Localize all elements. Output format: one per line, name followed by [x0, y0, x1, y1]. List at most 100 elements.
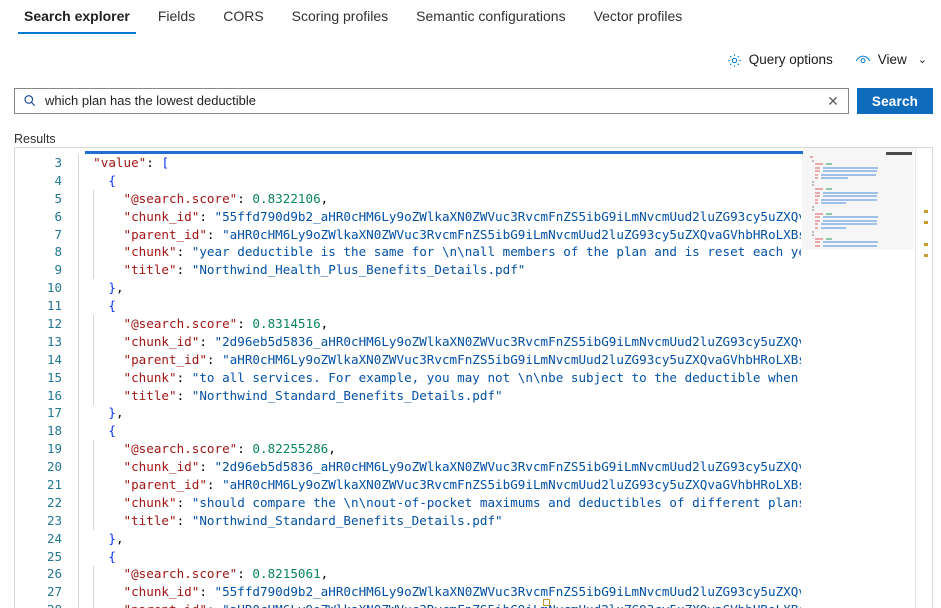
search-icon	[15, 94, 45, 108]
minimap-token	[814, 198, 818, 201]
line-number: 19	[46, 441, 62, 457]
line-number: 17	[46, 405, 62, 421]
tab-label: CORS	[223, 8, 264, 24]
minimap-token	[812, 209, 815, 212]
line-number: 11	[46, 298, 62, 314]
minimap-token	[825, 187, 832, 190]
line-number: 28	[15, 601, 70, 608]
minimap-token	[823, 195, 878, 198]
minimap-token	[814, 219, 821, 222]
minimap-token	[822, 166, 878, 169]
line-number: 7	[54, 226, 62, 242]
line-number: 23	[46, 512, 62, 528]
minimap-token	[814, 195, 821, 198]
vertical-scrollbar[interactable]	[915, 148, 932, 608]
line-number: 12	[46, 316, 62, 332]
horizontal-scrollbar[interactable]	[85, 151, 803, 154]
tab-cors[interactable]: CORS	[209, 0, 277, 36]
chevron-down-icon: ⌄	[917, 53, 927, 66]
results-label: Results	[14, 132, 56, 146]
tab-label: Vector profiles	[593, 8, 683, 24]
line-number: 27	[46, 584, 62, 600]
search-row: ✕ Search	[14, 88, 933, 114]
command-bar: Query options View ⌄	[727, 52, 927, 68]
search-box[interactable]: ✕	[14, 88, 849, 114]
line-number: 4	[54, 172, 62, 188]
minimap-token	[820, 202, 847, 205]
line-number: 20	[46, 459, 62, 475]
tab-label: Search explorer	[24, 8, 130, 24]
tab-scoring-profiles[interactable]: Scoring profiles	[278, 0, 403, 36]
line-number: 13	[46, 333, 62, 349]
minimap-token	[814, 216, 820, 219]
minimap-token	[820, 223, 878, 226]
minimap-token	[812, 234, 815, 237]
line-number: 22	[46, 494, 62, 510]
view-button[interactable]: View ⌄	[855, 52, 927, 68]
minimap-token	[814, 212, 823, 215]
minimap[interactable]	[801, 148, 914, 608]
tab-search-explorer[interactable]: Search explorer	[10, 0, 144, 36]
minimap-token	[814, 241, 820, 244]
minimap-token	[814, 166, 820, 169]
minimap-token	[825, 237, 832, 240]
scroll-marker	[924, 243, 928, 246]
tab-semantic-configurations[interactable]: Semantic configurations	[402, 0, 579, 36]
line-number: 21	[46, 477, 62, 493]
minimap-token	[812, 205, 815, 208]
view-label: View	[877, 52, 907, 67]
minimap-token	[814, 244, 821, 247]
eye-icon	[855, 54, 871, 67]
search-button[interactable]: Search	[857, 88, 933, 114]
line-number-gutter: 3 4 5 6 7 8 9 10 11 12 13 14 15 16 17 18 19 20 21 22 23 24 25 2…	[15, 148, 70, 608]
minimap-token	[822, 216, 878, 219]
clear-search-icon[interactable]: ✕	[818, 93, 848, 110]
search-explorer-page: Search explorer Fields CORS Scoring profile…	[0, 0, 941, 608]
line-number: 5	[54, 190, 62, 206]
line-number: 25	[46, 548, 62, 564]
minimap-token	[820, 177, 848, 180]
line-number: 24	[46, 530, 62, 546]
minimap-token	[814, 170, 821, 173]
tab-bar: Search explorer Fields CORS Scoring profile…	[0, 0, 941, 38]
line-number: 18	[46, 423, 62, 439]
tab-fields[interactable]: Fields	[144, 0, 209, 36]
overview-marker	[543, 599, 550, 606]
results-json-editor[interactable]: 3 4 5 6 7 8 9 10 11 12 13 14 15 16 17 18 19 20 21 22 23 24 25 2…	[14, 147, 933, 608]
minimap-token	[825, 163, 832, 166]
tab-label: Semantic configurations	[416, 8, 566, 24]
minimap-token	[812, 180, 815, 183]
minimap-token	[820, 227, 847, 229]
minimap-token	[812, 159, 815, 162]
minimap-token	[814, 227, 818, 229]
minimap-token	[814, 177, 818, 180]
minimap-token	[822, 241, 878, 244]
minimap-token	[814, 223, 818, 226]
minimap-token	[812, 230, 815, 233]
line-number: 3	[54, 155, 62, 170]
tab-label: Scoring profiles	[291, 8, 389, 24]
scroll-marker	[924, 221, 928, 224]
query-options-label: Query options	[748, 52, 833, 67]
line-number: 6	[54, 208, 62, 224]
minimap-token	[814, 237, 823, 240]
line-number: 10	[46, 280, 62, 296]
minimap-token	[823, 219, 878, 222]
minimap-token	[814, 163, 823, 166]
scroll-marker	[924, 210, 928, 213]
minimap-token	[814, 173, 818, 176]
line-number: 14	[46, 351, 62, 367]
minimap-token	[814, 191, 820, 194]
gear-icon	[727, 53, 742, 68]
minimap-top-rule	[886, 152, 912, 155]
line-number: 26	[46, 566, 62, 582]
query-options-button[interactable]: Query options	[727, 52, 833, 68]
search-input[interactable]	[45, 90, 818, 112]
minimap-token	[820, 173, 877, 176]
minimap-token	[820, 198, 878, 201]
minimap-token	[814, 202, 818, 205]
minimap-token	[810, 156, 814, 158]
minimap-token	[823, 244, 878, 247]
line-number: 8	[54, 244, 62, 260]
tab-vector-profiles[interactable]: Vector profiles	[580, 0, 697, 36]
